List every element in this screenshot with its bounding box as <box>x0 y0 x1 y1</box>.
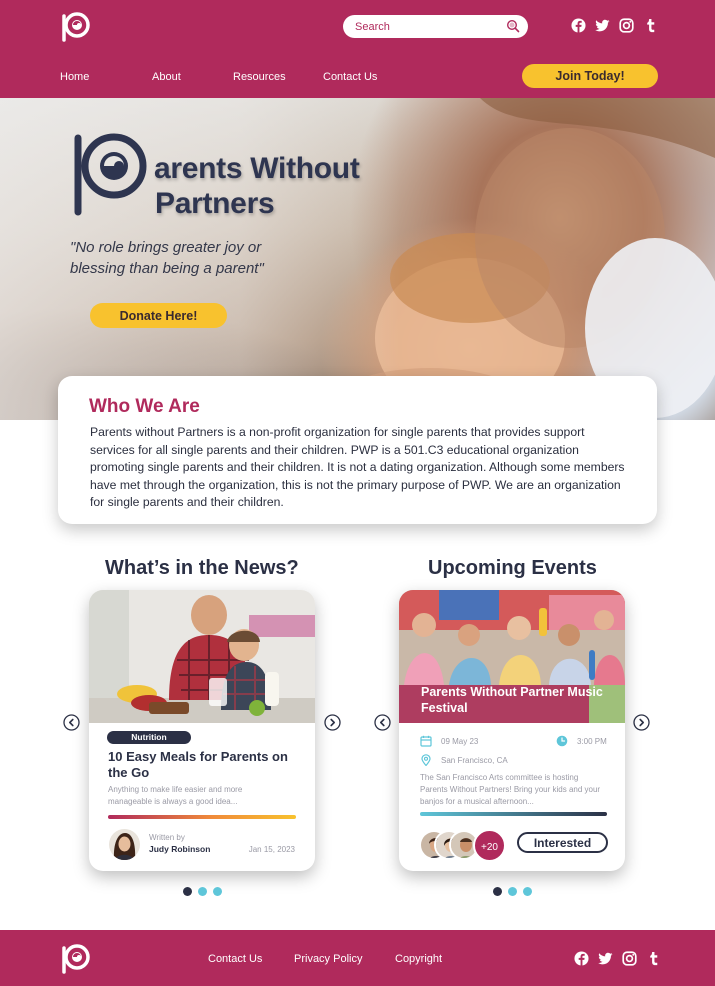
twitter-icon[interactable] <box>595 18 610 33</box>
events-next-arrow-icon[interactable] <box>633 714 650 731</box>
author-name: Judy Robinson <box>149 844 211 854</box>
join-today-button[interactable]: Join Today! <box>522 64 658 88</box>
interested-button[interactable]: Interested <box>517 832 608 853</box>
news-headline[interactable]: 10 Easy Meals for Parents on the Go <box>108 749 298 781</box>
nav-resources[interactable]: Resources <box>233 71 286 83</box>
who-we-are-card: Who We Are Parents without Partners is a… <box>58 376 657 524</box>
pwp-logo[interactable] <box>60 12 92 42</box>
location-pin-icon <box>420 754 432 766</box>
hero-quote-line2: blessing than being a parent" <box>70 260 264 277</box>
event-location: San Francisco, CA <box>441 756 508 765</box>
hero-title-line1: arents Without <box>154 152 360 185</box>
attendee-count-badge[interactable]: +20 <box>473 829 506 862</box>
search-input[interactable] <box>355 19 505 34</box>
clock-icon <box>556 735 568 747</box>
events-dot[interactable] <box>508 887 517 896</box>
event-card[interactable]: Parents Without Partner Music Festival 0… <box>399 590 625 871</box>
hero-logo <box>68 132 152 216</box>
tumblr-icon[interactable] <box>643 18 658 33</box>
nav-about[interactable]: About <box>152 71 181 83</box>
hero-quote: "No role brings greater joy or blessing … <box>70 237 310 279</box>
news-divider-bar <box>108 815 296 819</box>
calendar-icon <box>420 735 432 747</box>
who-we-are-title: Who We Are <box>89 396 200 417</box>
news-photo <box>89 590 315 723</box>
events-carousel-dots <box>493 887 532 896</box>
author-avatar <box>109 829 140 860</box>
footer-copyright-link[interactable]: Copyright <box>395 953 442 965</box>
footer-contact-us-link[interactable]: Contact Us <box>208 953 262 965</box>
news-dot-active[interactable] <box>183 887 192 896</box>
search-bar <box>343 15 528 38</box>
news-category-tag[interactable]: Nutrition <box>107 731 191 744</box>
news-excerpt: Anything to make life easier and more ma… <box>108 785 243 806</box>
who-we-are-text: Parents without Partners is a non-profit… <box>90 425 625 509</box>
event-title[interactable]: Parents Without Partner Music Festival <box>421 684 611 716</box>
nav-contact-us[interactable]: Contact Us <box>323 71 377 83</box>
facebook-icon[interactable] <box>574 951 589 966</box>
events-dot[interactable] <box>523 887 532 896</box>
site-footer: Contact Us Privacy Policy Copyright <box>0 930 715 986</box>
footer-social-links <box>574 951 661 966</box>
hero-quote-line1: "No role brings greater joy or <box>70 239 262 256</box>
donate-button[interactable]: Donate Here! <box>90 303 227 328</box>
news-prev-arrow-icon[interactable] <box>63 714 80 731</box>
event-description: The San Francisco Arts committee is host… <box>420 773 601 806</box>
footer-privacy-policy-link[interactable]: Privacy Policy <box>294 953 362 965</box>
event-divider-bar <box>420 812 607 816</box>
header-social-links <box>571 18 658 33</box>
hero-title-line2: Partners <box>155 187 275 220</box>
tumblr-icon[interactable] <box>646 951 661 966</box>
search-icon[interactable] <box>506 19 520 33</box>
news-dot[interactable] <box>213 887 222 896</box>
event-date: 09 May 23 <box>441 737 479 746</box>
nav-home[interactable]: Home <box>60 71 89 83</box>
facebook-icon[interactable] <box>571 18 586 33</box>
written-by-label: Written by <box>149 833 185 842</box>
events-dot-active[interactable] <box>493 887 502 896</box>
news-next-arrow-icon[interactable] <box>324 714 341 731</box>
twitter-icon[interactable] <box>598 951 613 966</box>
instagram-icon[interactable] <box>622 951 637 966</box>
news-dot[interactable] <box>198 887 207 896</box>
footer-pwp-logo[interactable] <box>60 944 92 974</box>
news-date: Jan 15, 2023 <box>248 845 295 854</box>
event-time: 3:00 PM <box>577 737 607 746</box>
site-header: Home About Resources Contact Us Join Tod… <box>0 0 715 98</box>
events-section-title: Upcoming Events <box>428 557 597 579</box>
news-carousel-dots <box>183 887 222 896</box>
news-section-title: What’s in the News? <box>105 557 299 579</box>
events-prev-arrow-icon[interactable] <box>374 714 391 731</box>
news-card[interactable]: Nutrition 10 Easy Meals for Parents on t… <box>89 590 315 871</box>
instagram-icon[interactable] <box>619 18 634 33</box>
